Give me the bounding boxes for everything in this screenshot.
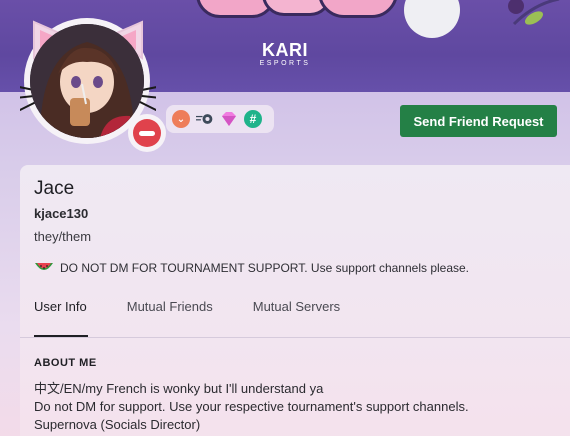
nitro-icon[interactable]: ⌄ (172, 110, 190, 128)
banner-art-ball (404, 0, 460, 38)
about-me-heading: ABOUT ME (34, 357, 97, 369)
custom-status-text: DO NOT DM FOR TOURNAMENT SUPPORT. Use su… (60, 261, 470, 275)
avatar-container[interactable] (20, 14, 166, 152)
tab-user-info[interactable]: User Info (34, 299, 87, 316)
about-line: Supernova (Socials Director) (34, 417, 201, 432)
boost-icon[interactable] (196, 110, 214, 128)
banner-leaf-art (508, 0, 560, 26)
avatar-image (30, 24, 144, 138)
about-line: 中文/EN/my French is wonky but I'll unders… (34, 381, 324, 396)
profile-badges: ⌄ # (166, 105, 274, 133)
profile-tabs: User Info Mutual Friends Mutual Servers (34, 299, 380, 316)
send-friend-request-button[interactable]: Send Friend Request (400, 105, 557, 137)
tabs-divider (20, 337, 570, 338)
display-name: Jace (34, 178, 75, 199)
tab-mutual-servers[interactable]: Mutual Servers (253, 299, 340, 316)
custom-status: DO NOT DM FOR TOURNAMENT SUPPORT. Use su… (34, 261, 469, 275)
about-line: Do not DM for support. Use your respecti… (34, 399, 469, 414)
watermelon-icon (35, 263, 53, 270)
hashtag-icon[interactable]: # (244, 110, 262, 128)
banner-art-shape (318, 0, 398, 18)
tab-mutual-friends[interactable]: Mutual Friends (127, 299, 213, 316)
username: kjace130 (34, 206, 89, 221)
gem-icon[interactable] (220, 110, 238, 128)
about-me-text: 中文/EN/my French is wonky but I'll unders… (34, 380, 469, 434)
status-dnd-indicator (128, 114, 166, 152)
avatar (30, 24, 144, 138)
dnd-bar (139, 131, 155, 136)
pronouns: they/them (34, 229, 92, 244)
